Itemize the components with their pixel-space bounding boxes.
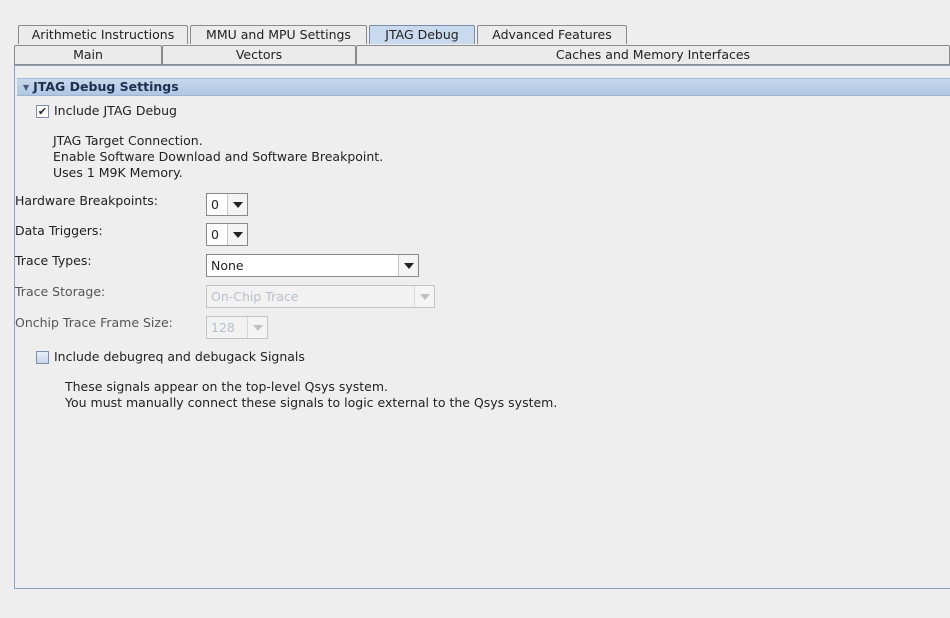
- section-header-jtag-debug-settings[interactable]: ▼ JTAG Debug Settings: [17, 78, 950, 96]
- onchip-trace-frame-size-value: 128: [211, 320, 235, 335]
- onchip-trace-frame-size-label: Onchip Trace Frame Size:: [15, 315, 173, 330]
- trace-storage-value: On-Chip Trace: [211, 289, 299, 304]
- trace-types-label: Trace Types:: [15, 253, 92, 268]
- jtag-info-line-2: Enable Software Download and Software Br…: [53, 149, 384, 164]
- data-triggers-value: 0: [211, 227, 219, 242]
- chevron-down-icon: [414, 286, 434, 307]
- jtag-debug-panel: ▼ JTAG Debug Settings ✔ Include JTAG Debu…: [14, 65, 950, 589]
- trace-types-value: None: [211, 258, 244, 273]
- debugreq-info-line-2: You must manually connect these signals …: [65, 395, 558, 410]
- trace-storage-select: On-Chip Trace: [206, 285, 435, 308]
- hardware-breakpoints-label: Hardware Breakpoints:: [15, 193, 158, 208]
- jtag-info-line-1: JTAG Target Connection.: [53, 133, 203, 148]
- trace-types-select[interactable]: None: [206, 254, 419, 277]
- debugreq-info-line-1: These signals appear on the top-level Qs…: [65, 379, 388, 394]
- data-triggers-label: Data Triggers:: [15, 223, 103, 238]
- jtag-info-line-3: Uses 1 M9K Memory.: [53, 165, 183, 180]
- include-debugreq-checkbox[interactable]: [36, 351, 49, 364]
- chevron-down-icon[interactable]: [227, 224, 247, 245]
- chevron-down-icon[interactable]: [398, 255, 418, 276]
- tab-arithmetic-instructions[interactable]: Arithmetic Instructions: [18, 25, 188, 44]
- section-title: JTAG Debug Settings: [33, 79, 179, 94]
- tab-jtag-debug[interactable]: JTAG Debug: [369, 25, 475, 44]
- include-jtag-debug-checkbox[interactable]: ✔: [36, 105, 49, 118]
- include-debugreq-label: Include debugreq and debugack Signals: [54, 349, 305, 364]
- include-jtag-debug-label: Include JTAG Debug: [54, 103, 177, 118]
- tab-mmu-mpu-settings[interactable]: MMU and MPU Settings: [190, 25, 367, 44]
- hardware-breakpoints-select[interactable]: 0: [206, 193, 248, 216]
- tab-vectors[interactable]: Vectors: [162, 45, 356, 64]
- collapse-triangle-icon[interactable]: ▼: [23, 83, 29, 92]
- tab-main[interactable]: Main: [14, 45, 162, 64]
- chevron-down-icon[interactable]: [227, 194, 247, 215]
- onchip-trace-frame-size-select: 128: [206, 316, 268, 339]
- trace-storage-label: Trace Storage:: [15, 284, 106, 299]
- hardware-breakpoints-value: 0: [211, 197, 219, 212]
- data-triggers-select[interactable]: 0: [206, 223, 248, 246]
- tab-advanced-features[interactable]: Advanced Features: [477, 25, 627, 44]
- tab-caches-memory-interfaces[interactable]: Caches and Memory Interfaces: [356, 45, 950, 64]
- chevron-down-icon: [247, 317, 267, 338]
